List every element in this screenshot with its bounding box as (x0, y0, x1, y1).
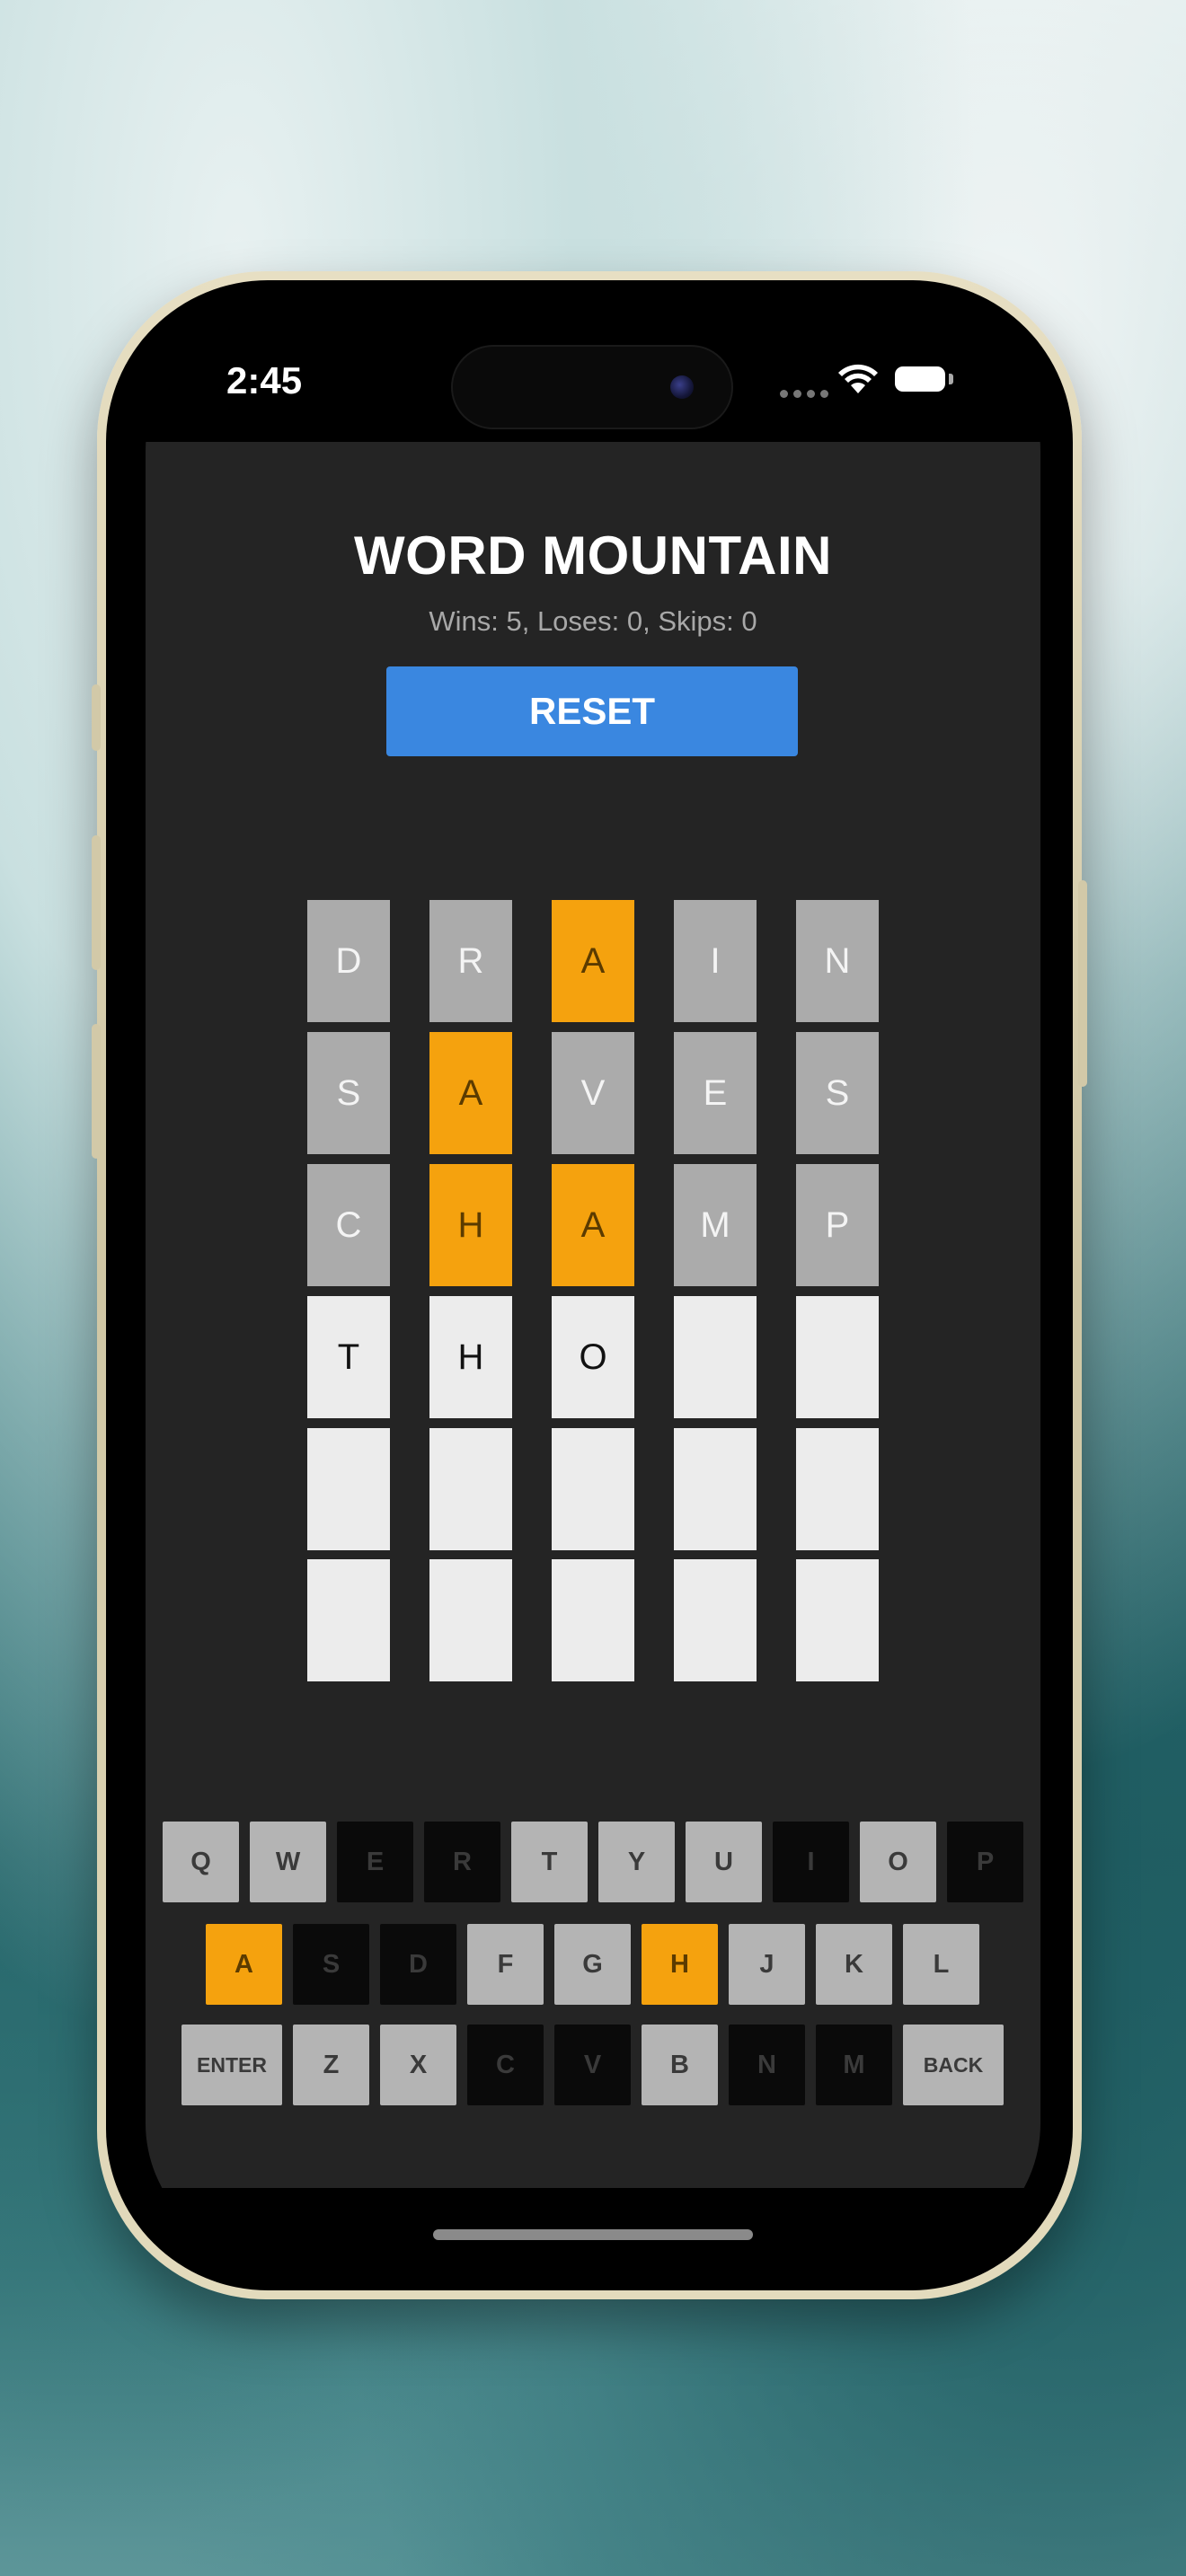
board-tile (307, 1559, 390, 1681)
board-tile: R (429, 900, 512, 1022)
board-tile: O (552, 1296, 634, 1418)
board-tile: A (429, 1032, 512, 1154)
front-camera-icon (670, 375, 694, 399)
home-area (146, 2188, 1040, 2258)
action-button (92, 684, 101, 751)
key-r[interactable]: R (424, 1822, 500, 1902)
board-tile: H (429, 1296, 512, 1418)
board-tile: E (674, 1032, 757, 1154)
wifi-icon (838, 364, 878, 393)
board-tile: S (307, 1032, 390, 1154)
board-tile: A (552, 1164, 634, 1286)
reset-button[interactable]: RESET (386, 666, 798, 756)
key-e[interactable]: E (337, 1822, 413, 1902)
board-tile: P (796, 1164, 879, 1286)
key-f[interactable]: F (467, 1924, 544, 2005)
board-tile: A (552, 900, 634, 1022)
board-tile (674, 1428, 757, 1550)
board-tile: S (796, 1032, 879, 1154)
power-button (1078, 880, 1087, 1087)
board-tile: T (307, 1296, 390, 1418)
key-a[interactable]: A (206, 1924, 282, 2005)
key-w[interactable]: W (250, 1822, 326, 1902)
board-tile (552, 1559, 634, 1681)
board-tile (796, 1428, 879, 1550)
key-j[interactable]: J (729, 1924, 805, 2005)
key-o[interactable]: O (860, 1822, 936, 1902)
board-tile: N (796, 900, 879, 1022)
key-c[interactable]: C (467, 2025, 544, 2105)
key-k[interactable]: K (816, 1924, 892, 2005)
board-tile (796, 1559, 879, 1681)
key-v[interactable]: V (554, 2025, 631, 2105)
key-m[interactable]: M (816, 2025, 892, 2105)
key-b[interactable]: B (642, 2025, 718, 2105)
board-tile (552, 1428, 634, 1550)
volume-up-button (92, 835, 101, 970)
key-y[interactable]: Y (598, 1822, 675, 1902)
home-indicator[interactable] (433, 2229, 753, 2240)
key-p[interactable]: P (947, 1822, 1023, 1902)
board-tile (429, 1428, 512, 1550)
board-tile (674, 1296, 757, 1418)
key-l[interactable]: L (903, 1924, 979, 2005)
game-board: DRAINSAVESCHAMPTHO (307, 900, 879, 1681)
board-tile: I (674, 900, 757, 1022)
key-u[interactable]: U (686, 1822, 762, 1902)
board-tile (796, 1296, 879, 1418)
phone-screen: 2:45 WORD MOUNTAIN Wins: 5, Loses: 0, Sk… (146, 316, 1040, 2258)
board-tile (429, 1559, 512, 1681)
board-tile: D (307, 900, 390, 1022)
on-screen-keyboard: Q W E R T Y U I O P A S D F G H J K L ENTER Z X C V B N M BACK (146, 1822, 1040, 2118)
status-bar: 2:45 (146, 316, 1040, 442)
board-tile (307, 1428, 390, 1550)
key-back[interactable]: BACK (903, 2025, 1004, 2105)
key-t[interactable]: T (511, 1822, 588, 1902)
key-i[interactable]: I (773, 1822, 849, 1902)
key-h[interactable]: H (642, 1924, 718, 2005)
key-n[interactable]: N (729, 2025, 805, 2105)
word-mountain-app: WORD MOUNTAIN Wins: 5, Loses: 0, Skips: … (146, 442, 1040, 2188)
key-x[interactable]: X (380, 2025, 456, 2105)
board-tile: H (429, 1164, 512, 1286)
key-z[interactable]: Z (293, 2025, 369, 2105)
key-d[interactable]: D (380, 1924, 456, 2005)
board-tile: V (552, 1032, 634, 1154)
key-s[interactable]: S (293, 1924, 369, 2005)
cellular-signal-icon (780, 390, 828, 398)
stats-text: Wins: 5, Loses: 0, Skips: 0 (429, 605, 757, 637)
board-tile (674, 1559, 757, 1681)
key-enter[interactable]: ENTER (181, 2025, 282, 2105)
board-tile: M (674, 1164, 757, 1286)
page-title: WORD MOUNTAIN (354, 525, 832, 586)
status-time: 2:45 (226, 359, 303, 401)
battery-tip-icon (949, 374, 953, 384)
key-q[interactable]: Q (163, 1822, 239, 1902)
key-g[interactable]: G (554, 1924, 631, 2005)
volume-down-button (92, 1024, 101, 1159)
board-tile: C (307, 1164, 390, 1286)
battery-icon (895, 366, 945, 392)
